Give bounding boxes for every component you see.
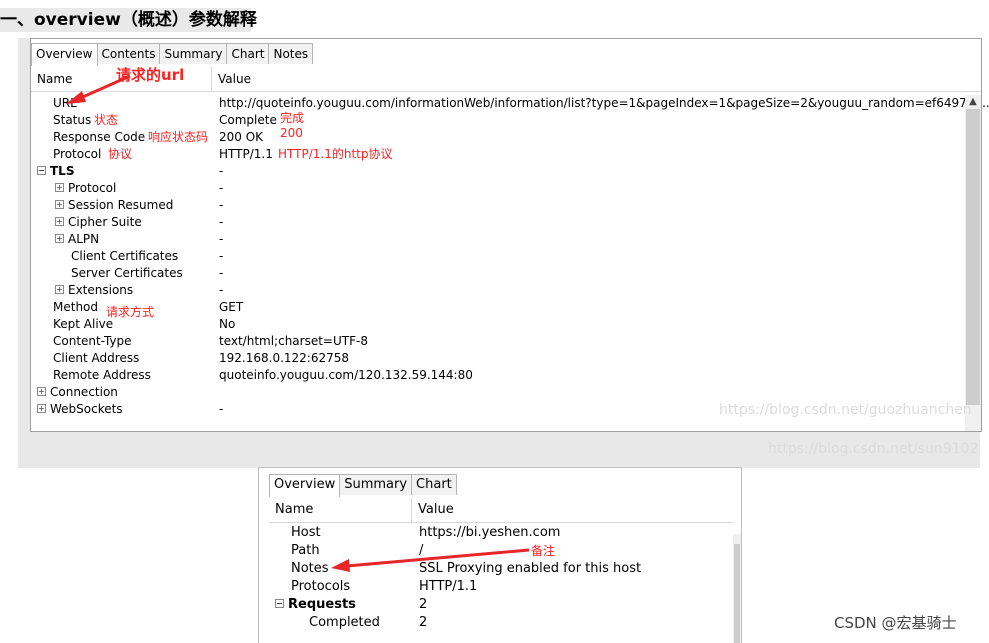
value-column-header[interactable]: Value	[212, 67, 251, 91]
row-content-type-name: Content-Type	[53, 334, 132, 348]
tab-overview[interactable]: Overview	[269, 474, 341, 497]
annotation-notes: 备注	[531, 544, 556, 558]
tab-chart[interactable]: Chart	[411, 474, 457, 495]
row-server-certs-name: Server Certificates	[71, 266, 183, 280]
top-tab-bar: Overview Contents Summary Chart Notes	[31, 43, 314, 66]
tab-chart[interactable]: Chart	[226, 43, 270, 64]
expand-icon[interactable]: +	[55, 183, 64, 192]
watermark-1: https://blog.csdn.net/guozhuanchen	[719, 402, 972, 418]
tab-overview[interactable]: Overview	[31, 43, 98, 66]
annotation-method: 请求方式	[106, 305, 155, 319]
row-status-value: Complete	[219, 113, 277, 127]
row-client-address-name: Client Address	[53, 351, 140, 365]
value-column-header[interactable]: Value	[412, 498, 454, 522]
annotation-response-code-value: 200	[280, 126, 303, 140]
row-protocols-name: Protocols	[291, 579, 351, 594]
row-url-value: http://quoteinfo.youguu.com/informationW…	[219, 96, 989, 110]
row-session-resumed-name: + Session Resumed	[55, 198, 174, 212]
row-remote-address-value: quoteinfo.youguu.com/120.132.59.144:80	[219, 368, 473, 382]
row-extensions-name: + Extensions	[55, 283, 134, 297]
row-method-name: Method	[53, 300, 99, 314]
watermark-2: https://blog.csdn.net/sun9102	[768, 441, 979, 457]
red-arrow-notes	[331, 548, 530, 572]
tab-summary[interactable]: Summary	[159, 43, 228, 64]
row-tls-protocol-value: -	[219, 181, 224, 195]
annotation-protocol: 协议	[108, 147, 133, 161]
top-vertical-scrollbar[interactable]: ▲	[965, 95, 981, 431]
row-extensions-value: -	[219, 283, 224, 297]
row-cipher-suite-name: + Cipher Suite	[55, 215, 142, 229]
row-tls-value: -	[219, 164, 224, 178]
scroll-up-arrow-icon[interactable]: ▲	[965, 95, 981, 109]
collapse-icon[interactable]: −	[275, 599, 284, 608]
expand-icon[interactable]: +	[55, 217, 64, 226]
row-requests-name: − Requests	[275, 597, 356, 612]
annotation-status: 状态	[94, 113, 119, 127]
row-websockets-name: + WebSockets	[37, 402, 123, 416]
bottom-inspector-screenshot: Overview Summary Chart Name Value Host h…	[258, 467, 742, 643]
row-client-address-value: 192.168.0.122:62758	[219, 351, 350, 365]
tab-notes[interactable]: Notes	[268, 43, 314, 64]
page-heading: 一、overview（概述）参数解释	[0, 8, 257, 32]
row-websockets-value: -	[219, 402, 224, 416]
expand-icon[interactable]: +	[37, 387, 46, 396]
csdn-footer-mark: CSDN @宏基骑士	[834, 614, 957, 632]
row-path-name: Path	[291, 543, 320, 558]
top-inspector-panel: Overview Contents Summary Chart Notes Na…	[30, 38, 989, 432]
red-arrow-url	[66, 74, 131, 104]
row-requests-value: 2	[419, 597, 428, 612]
expand-icon[interactable]: +	[55, 285, 64, 294]
row-response-code-value: 200 OK	[219, 130, 264, 144]
annotation-status-value: 完成	[280, 111, 305, 125]
row-host-name: Host	[291, 525, 321, 540]
bottom-vertical-scrollbar[interactable]	[733, 534, 741, 643]
row-alpn-name: + ALPN	[55, 232, 100, 246]
row-connection-name: + Connection	[37, 385, 118, 399]
row-alpn-value: -	[219, 232, 224, 246]
row-remote-address-name: Remote Address	[53, 368, 151, 382]
expand-icon[interactable]: +	[55, 200, 64, 209]
scrollbar-thumb[interactable]	[966, 109, 980, 405]
row-kept-alive-value: No	[219, 317, 236, 331]
scrollbar-thumb[interactable]	[734, 544, 740, 643]
row-cipher-suite-value: -	[219, 215, 224, 229]
row-tls-name: − TLS	[37, 164, 75, 178]
expand-icon[interactable]: +	[55, 234, 64, 243]
row-protocols-value: HTTP/1.1	[419, 579, 478, 594]
name-column-header[interactable]: Name	[269, 498, 412, 522]
annotation-protocol-value: HTTP/1.1的http协议	[278, 147, 393, 161]
row-kept-alive-name: Kept Alive	[53, 317, 114, 331]
tab-contents[interactable]: Contents	[96, 43, 161, 64]
annotation-response-code: 响应状态码	[148, 130, 209, 144]
bottom-tab-bar: Overview Summary Chart	[269, 474, 457, 497]
row-protocol-value: HTTP/1.1	[219, 147, 273, 161]
row-session-resumed-value: -	[219, 198, 224, 212]
row-server-certs-value: -	[219, 266, 224, 280]
tab-summary[interactable]: Summary	[339, 474, 413, 495]
row-host-value: https://bi.yeshen.com	[419, 525, 561, 540]
expand-icon[interactable]: +	[37, 404, 46, 413]
row-notes-name: Notes	[291, 561, 329, 576]
top-inspector-screenshot: Overview Contents Summary Chart Notes Na…	[18, 38, 989, 468]
collapse-icon[interactable]: −	[37, 166, 46, 175]
row-completed-name: Completed	[309, 615, 380, 630]
row-completed-value: 2	[419, 615, 428, 630]
row-tls-protocol-name: + Protocol	[55, 181, 117, 195]
row-method-value: GET	[219, 300, 244, 314]
row-status-name: Status	[53, 113, 92, 127]
bottom-column-header: Name Value	[269, 498, 733, 523]
row-client-certs-name: Client Certificates	[71, 249, 179, 263]
row-response-code-name: Response Code	[53, 130, 146, 144]
row-client-certs-value: -	[219, 249, 224, 263]
row-content-type-value: text/html;charset=UTF-8	[219, 334, 368, 348]
row-protocol-name: Protocol	[53, 147, 102, 161]
